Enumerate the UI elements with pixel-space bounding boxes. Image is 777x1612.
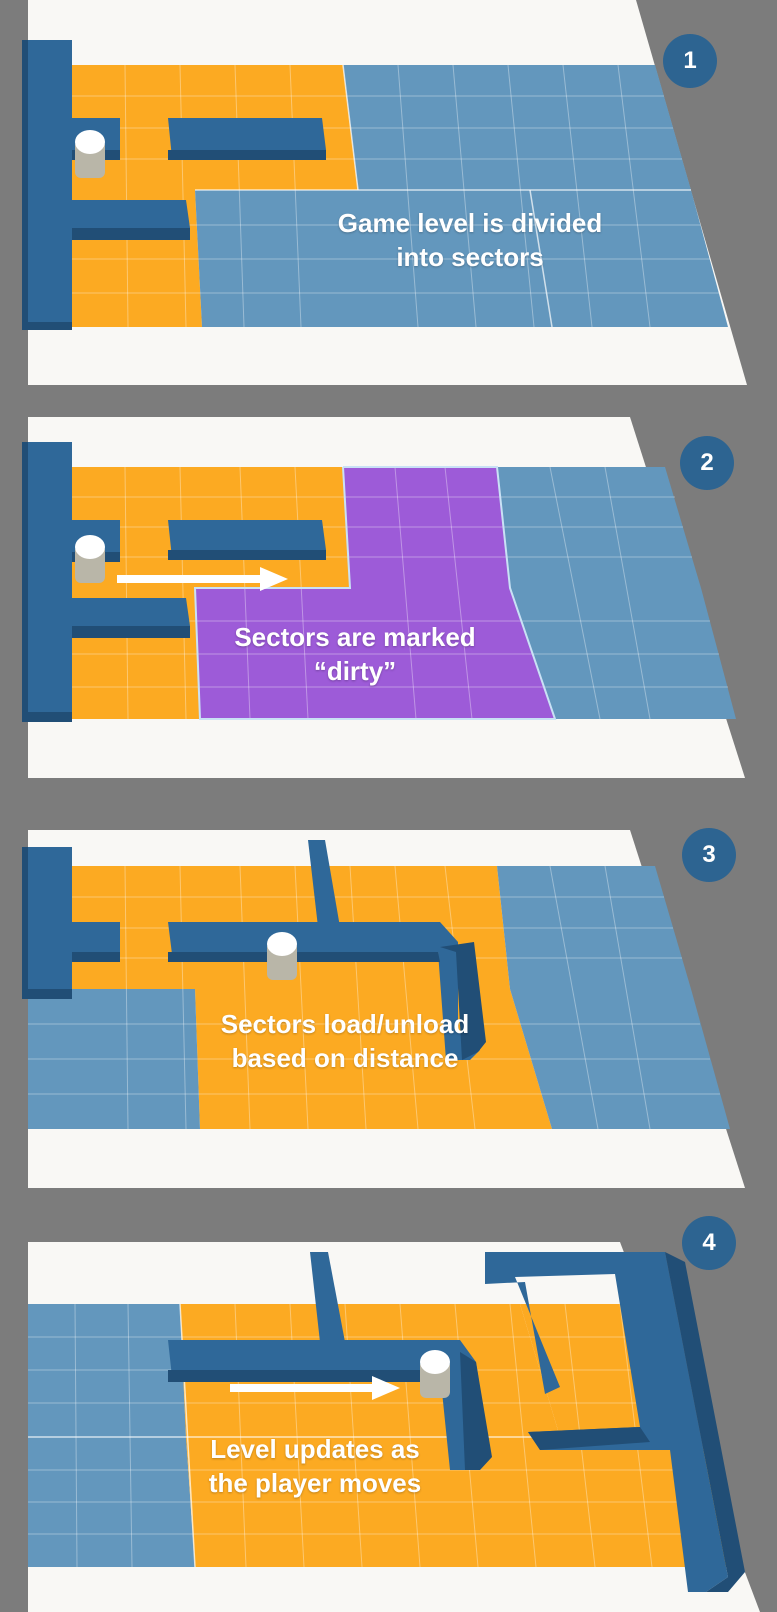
caption-line: into sectors — [396, 242, 544, 272]
scene-2 — [22, 417, 745, 778]
panel-1: 1 Game level is divided into sectors — [0, 0, 777, 392]
step-number-badge: 4 — [682, 1216, 736, 1270]
caption-line: Level updates as — [210, 1434, 420, 1464]
scene-1 — [22, 0, 747, 385]
diagram: 1 Game level is divided into sectors 2 S… — [0, 0, 777, 1612]
caption: Game level is divided into sectors — [310, 206, 630, 274]
caption-line: based on distance — [231, 1043, 459, 1073]
scene-4 — [28, 1242, 760, 1612]
player-capsule — [75, 130, 105, 178]
caption-line: the player moves — [208, 1468, 422, 1498]
caption: Sectors load/unload based on distance — [190, 1007, 500, 1075]
caption: Level updates as the player moves — [165, 1432, 465, 1500]
panel-4: 4 Level updates as the player moves — [0, 1212, 777, 1612]
panel-3: 3 Sectors load/unload based on distance — [0, 802, 777, 1212]
panel-2: 2 Sectors are marked “dirty” — [0, 392, 777, 802]
step-number-badge: 1 — [663, 34, 717, 88]
caption-line: Sectors load/unload — [220, 1009, 470, 1039]
step-number-badge: 2 — [680, 436, 734, 490]
step-number-badge: 3 — [682, 828, 736, 882]
player-capsule — [420, 1350, 450, 1398]
caption: Sectors are marked “dirty” — [205, 620, 505, 688]
player-capsule — [75, 535, 105, 583]
caption-line: “dirty” — [313, 656, 397, 686]
caption-line: Sectors are marked — [234, 622, 476, 652]
player-capsule — [267, 932, 297, 980]
caption-line: Game level is divided — [337, 208, 603, 238]
